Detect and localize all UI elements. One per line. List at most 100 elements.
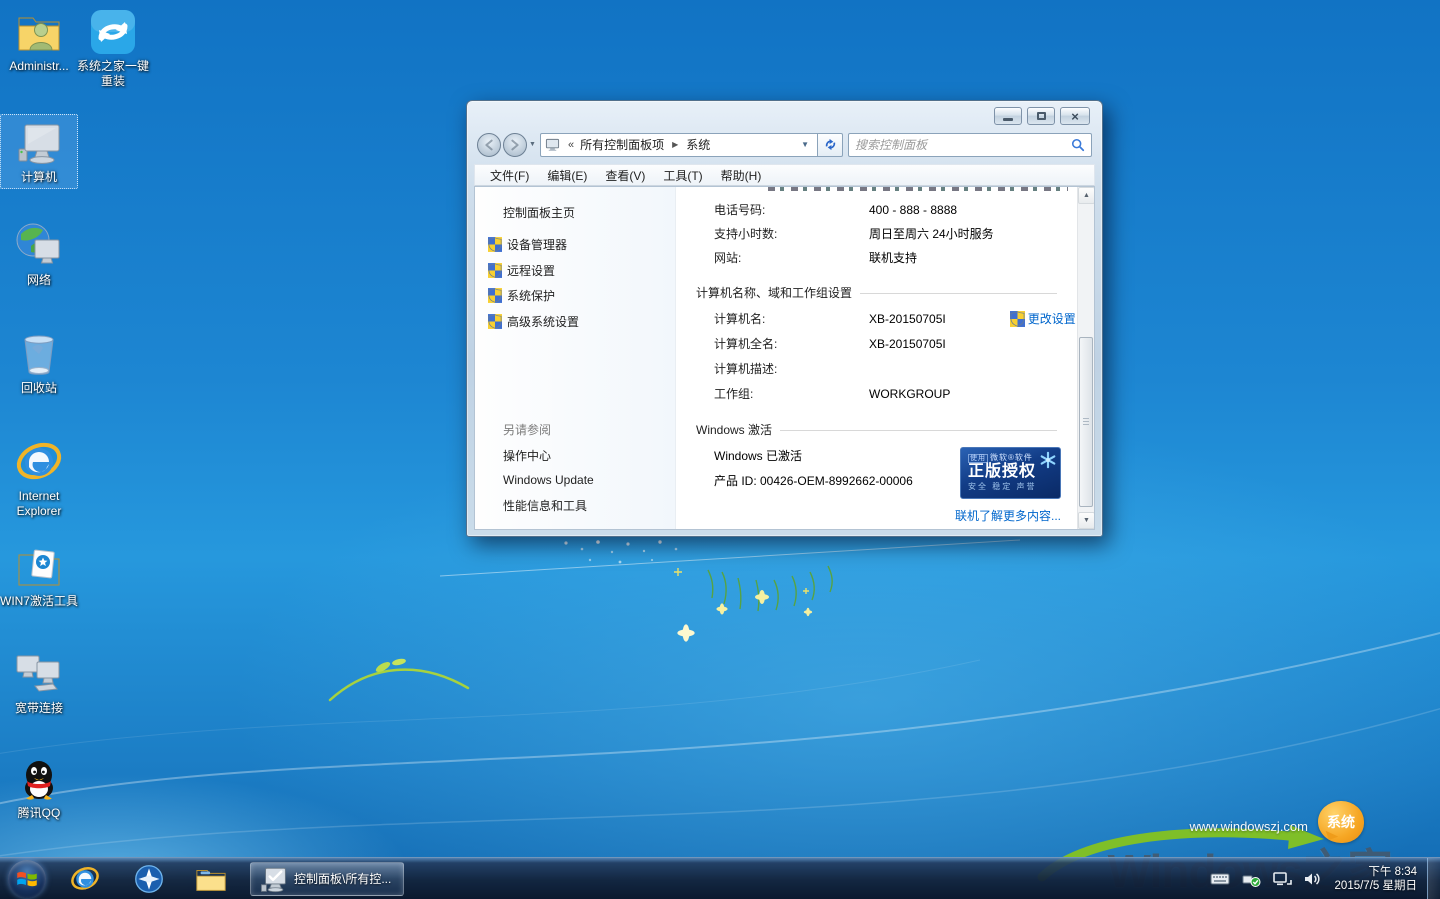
close-button[interactable]: × — [1060, 107, 1090, 125]
input-method-keyboard-icon[interactable] — [1210, 872, 1230, 886]
nav-control-panel-home[interactable]: 控制面板主页 — [503, 204, 575, 221]
menu-tools[interactable]: 工具(T) — [654, 165, 711, 186]
nav-windows-update[interactable]: Windows Update — [503, 473, 594, 487]
nav-see-also-header: 另请参阅 — [503, 421, 551, 438]
clock-date: 2015/7/5 星期日 — [1335, 879, 1417, 893]
full-computer-name-row: 计算机全名: XB-20150705I — [714, 335, 946, 352]
start-button[interactable] — [8, 860, 46, 898]
network-status-icon[interactable] — [1272, 871, 1292, 887]
change-settings-link[interactable]: 更改设置 — [1010, 310, 1076, 327]
user-folder-icon — [15, 8, 63, 56]
taskbar-active-window-button[interactable]: 控制面板\所有控... — [250, 862, 404, 896]
desktop-icon-broadband[interactable]: 宽带连接 — [0, 650, 78, 716]
maximize-icon — [1037, 112, 1046, 120]
online-support-link[interactable]: 联机支持 — [869, 249, 917, 266]
uac-shield-icon — [488, 288, 502, 303]
computer-icon — [15, 119, 63, 167]
search-box — [848, 133, 1092, 157]
broadband-icon — [15, 650, 63, 698]
back-button[interactable] — [477, 133, 501, 157]
taskbar-browser[interactable] — [132, 862, 166, 896]
activation-tool-icon — [15, 543, 63, 591]
search-icon[interactable] — [1071, 138, 1085, 152]
volume-icon[interactable] — [1303, 871, 1321, 887]
refresh-button[interactable] — [818, 133, 843, 157]
uac-shield-icon — [488, 237, 502, 252]
breadcrumb-overflow-icon[interactable]: « — [568, 139, 574, 151]
desktop-icon-label: Internet Explorer — [0, 489, 78, 519]
computer-name-row: 计算机名: XB-20150705I 更改设置 — [714, 310, 1077, 327]
address-dropdown-icon[interactable]: ▼ — [797, 140, 813, 149]
vertical-scrollbar[interactable]: ▲ ▼ — [1077, 187, 1094, 529]
show-desktop-button[interactable] — [1427, 858, 1440, 899]
windows-activation-section-header: Windows 激活 — [696, 421, 1057, 438]
desktop-icon-qq[interactable]: 腾讯QQ — [0, 755, 78, 821]
minimize-icon — [1003, 118, 1013, 121]
desktop-icon-label: 回收站 — [0, 381, 78, 396]
scrollbar-thumb[interactable] — [1079, 337, 1093, 507]
qq-icon — [15, 755, 63, 803]
desktop-icon-administrator[interactable]: Administr... — [0, 8, 78, 74]
navigation-bar: ▼ « 所有控制面板项 ▶ 系统 ▼ — [477, 132, 1092, 157]
history-dropdown-icon[interactable]: ▼ — [529, 141, 536, 148]
breadcrumb-all-control-panel-items[interactable]: 所有控制面板项 — [578, 135, 666, 154]
uac-shield-icon — [488, 263, 502, 278]
genuine-star-icon — [1039, 451, 1057, 469]
menu-file[interactable]: 文件(F) — [481, 165, 538, 186]
scroll-up-button[interactable]: ▲ — [1078, 187, 1095, 204]
taskbar: 控制面板\所有控... 下午 8:34 2015/7/5 星期日 — [0, 857, 1440, 899]
taskbar-internet-explorer[interactable] — [68, 862, 102, 896]
desktop-icon-network[interactable]: 网络 — [0, 222, 78, 288]
recycle-bin-icon — [15, 330, 63, 378]
desktop-icon-recycle-bin[interactable]: 回收站 — [0, 330, 78, 396]
uac-shield-icon — [1010, 311, 1025, 327]
folder-icon — [195, 863, 227, 895]
desktop-icon-label: 腾讯QQ — [0, 806, 78, 821]
system-control-panel-window: × ▼ « 所有控制面板项 ▶ 系统 ▼ 文件(F) 编辑(E) 查看(V) — [466, 100, 1103, 537]
nav-remote-settings[interactable]: 远程设置 — [488, 262, 555, 279]
website-row: 网站: 联机支持 — [714, 249, 917, 266]
address-bar[interactable]: « 所有控制面板项 ▶ 系统 ▼ — [540, 133, 818, 157]
forward-button[interactable] — [503, 133, 527, 157]
desktop: Administr... 系统之家一键重装 计算机 网络 回收站 Interne… — [0, 0, 1440, 899]
taskbar-clock[interactable]: 下午 8:34 2015/7/5 星期日 — [1335, 865, 1417, 893]
menu-help[interactable]: 帮助(H) — [712, 165, 771, 186]
internet-explorer-icon — [70, 864, 100, 894]
nav-system-protection[interactable]: 系统保护 — [488, 287, 555, 304]
nav-device-manager[interactable]: 设备管理器 — [488, 236, 567, 253]
search-input[interactable] — [855, 138, 1071, 152]
support-hours-row: 支持小时数: 周日至周六 24小时服务 — [714, 225, 994, 242]
minimize-button[interactable] — [994, 107, 1022, 125]
desktop-icon-label: 系统之家一键重装 — [74, 59, 152, 89]
desktop-icon-internet-explorer[interactable]: Internet Explorer — [0, 438, 78, 519]
desktop-icon-label: 计算机 — [1, 170, 77, 185]
genuine-microsoft-badge[interactable]: 使用微软®软件 正版授权 安全 稳定 声誉 — [960, 447, 1061, 499]
nav-advanced-system-settings[interactable]: 高级系统设置 — [488, 313, 579, 330]
nav-pane: 控制面板主页 设备管理器 远程设置 系统保护 高级系统设置 另请参阅 — [475, 187, 676, 529]
scroll-down-button[interactable]: ▼ — [1078, 512, 1095, 529]
phone-row: 电话号码: 400 - 888 - 8888 — [714, 201, 957, 218]
menu-view[interactable]: 查看(V) — [596, 165, 654, 186]
close-icon: × — [1071, 110, 1079, 123]
nav-performance-tools[interactable]: 性能信息和工具 — [503, 497, 587, 514]
desktop-icon-label: Administr... — [0, 59, 78, 74]
desktop-icon-win7-activator[interactable]: WIN7激活工具 — [0, 543, 78, 609]
breadcrumb-separator-icon[interactable]: ▶ — [672, 140, 678, 149]
nav-action-center[interactable]: 操作中心 — [503, 447, 551, 464]
menu-edit[interactable]: 编辑(E) — [538, 165, 596, 186]
control-panel-task-icon — [259, 865, 287, 893]
breadcrumb-system[interactable]: 系统 — [684, 135, 712, 154]
internet-explorer-icon — [15, 438, 63, 486]
learn-more-online-link[interactable]: 联机了解更多内容... — [955, 507, 1061, 524]
system-tray — [1210, 871, 1321, 887]
refresh-icon — [823, 137, 838, 152]
windows-logo-icon — [14, 866, 40, 892]
desktop-icon-xitongzhijia[interactable]: 系统之家一键重装 — [74, 8, 152, 89]
desktop-icon-computer[interactable]: 计算机 — [0, 114, 78, 189]
taskbar-explorer[interactable] — [194, 862, 228, 896]
computer-name-section-header: 计算机名称、域和工作组设置 — [696, 284, 1057, 301]
safely-remove-hardware-icon[interactable] — [1241, 871, 1261, 887]
maximize-button[interactable] — [1027, 107, 1055, 125]
computer-description-row: 计算机描述: — [714, 360, 869, 377]
workgroup-row: 工作组: WORKGROUP — [714, 385, 950, 402]
